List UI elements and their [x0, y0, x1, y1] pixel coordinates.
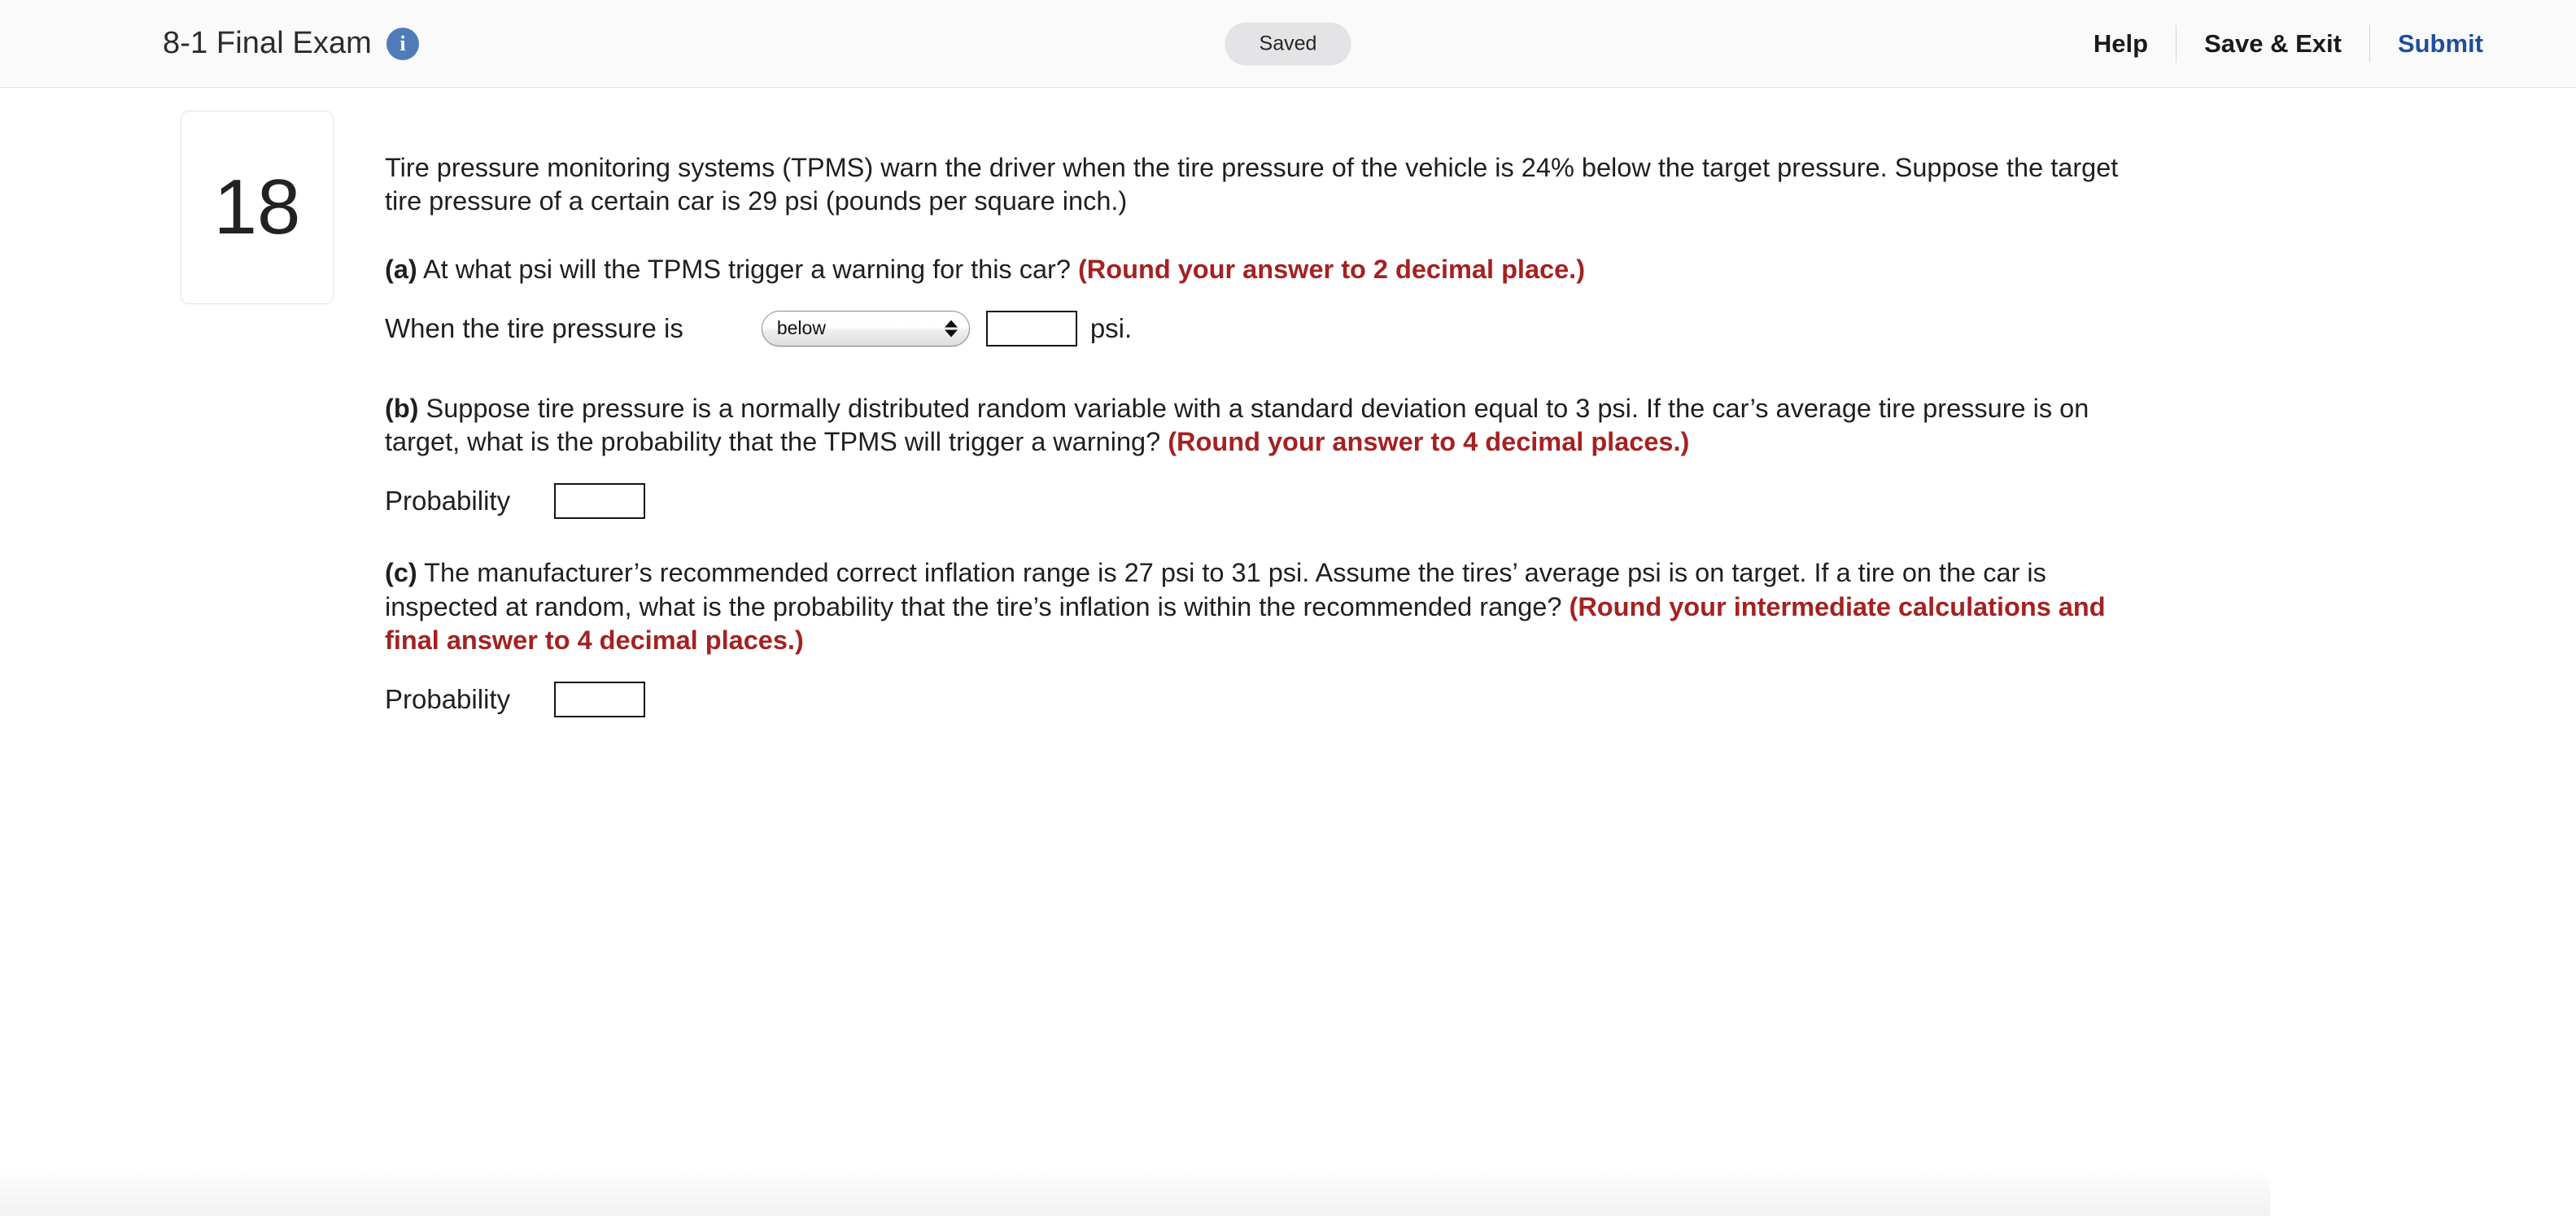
part-b-answer-label: Probability: [385, 486, 511, 516]
question-number-box: 18: [181, 111, 334, 304]
part-a-hint: (Round your answer to 2 decimal place.): [1077, 254, 1586, 284]
app-header: 8-1 Final Exam i Saved Help Save & Exit …: [0, 0, 2576, 88]
part-b-label: (b): [385, 393, 419, 423]
info-icon[interactable]: i: [386, 27, 419, 60]
part-c-probability-input[interactable]: [554, 682, 646, 718]
part-a-prompt: (a) At what psi will the TPMS trigger a …: [385, 253, 2146, 286]
save-and-exit-button[interactable]: Save & Exit: [2177, 29, 2369, 59]
part-a-answer-row: When the tire pressure is below psi.: [385, 310, 2146, 346]
question-intro-text: Tire pressure monitoring systems (TPMS) …: [385, 153, 2119, 216]
submit-button[interactable]: Submit: [2370, 29, 2511, 59]
question-number: 18: [213, 163, 301, 251]
question-content: Tire pressure monitoring systems (TPMS) …: [385, 111, 2146, 718]
page-title: 8-1 Final Exam: [163, 26, 372, 60]
part-b-hint: (Round your answer to 4 decimal places.): [1168, 427, 1690, 457]
part-a-label: (a): [385, 254, 417, 284]
part-b-probability-input[interactable]: [554, 483, 646, 520]
part-b-answer-row: Probability: [385, 483, 2146, 520]
part-c-answer-row: Probability: [385, 682, 2146, 718]
part-b-prompt: (b) Suppose tire pressure is a normally …: [385, 392, 2146, 460]
part-c-prompt: (c) The manufacturer’s recommended corre…: [385, 556, 2146, 657]
page-footer-edge: [0, 1166, 2270, 1216]
chevron-updown-icon: [944, 320, 958, 338]
header-left-group: 8-1 Final Exam i: [163, 26, 419, 61]
part-a-direction-select-value: below: [776, 317, 826, 339]
chevron-down-icon: [944, 329, 958, 338]
part-c-answer-label: Probability: [385, 684, 511, 715]
part-a-text: At what psi will the TPMS trigger a warn…: [417, 254, 1078, 284]
part-a-psi-input[interactable]: [985, 310, 1077, 346]
layout-spacer: [385, 346, 2146, 392]
layout-spacer: [385, 519, 2146, 556]
part-a-unit-label: psi.: [1089, 312, 1133, 343]
chevron-up-icon: [944, 320, 958, 328]
header-right-group: Help Save & Exit Submit: [2066, 24, 2511, 63]
header-center-group: Saved: [1225, 22, 1351, 65]
part-a-direction-select[interactable]: below: [761, 310, 970, 346]
help-button[interactable]: Help: [2066, 29, 2176, 59]
question-container: 18 Tire pressure monitoring systems (TPM…: [0, 88, 2576, 718]
part-c-label: (c): [385, 558, 417, 588]
status-badge-saved: Saved: [1225, 22, 1351, 65]
part-a-answer-prefix: When the tire pressure is: [385, 312, 683, 343]
